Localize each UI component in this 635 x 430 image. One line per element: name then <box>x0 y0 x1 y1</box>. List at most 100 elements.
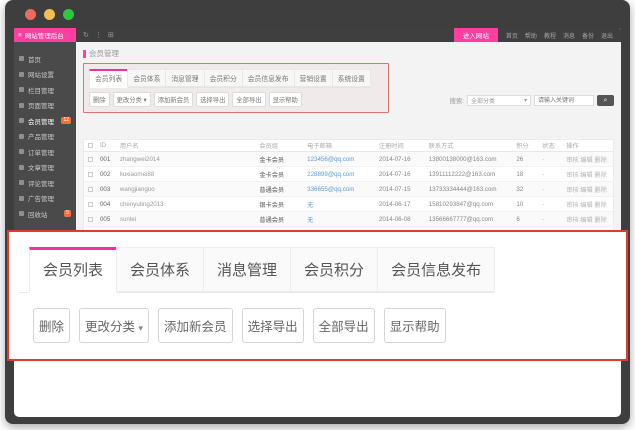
table-row: 001 zhangwei2014 金卡会员 123456@qq.com 2014… <box>84 152 613 167</box>
sidebar-item[interactable]: 评论管理 <box>14 175 76 191</box>
member-tab-zoomed[interactable]: 会员信息发布 <box>377 247 495 292</box>
cell-group: 普通会员 <box>257 185 305 194</box>
cell-email-link[interactable]: 123456@qq.com <box>305 156 377 163</box>
row-checkbox[interactable] <box>88 202 93 207</box>
cell-actions[interactable]: 审核 编辑 删除 <box>564 200 613 209</box>
topbar-nav-item[interactable]: 首页 <box>506 31 518 40</box>
sidebar-item-icon <box>19 211 24 216</box>
member-tab[interactable]: 会员信息发布 <box>242 69 295 87</box>
sidebar-item[interactable]: 栏目管理 <box>14 82 76 98</box>
topbar-nav: 首页帮助教程消息备份退出 <box>498 31 621 40</box>
topbar-nav-item[interactable]: 备份 <box>582 31 594 40</box>
search-input[interactable] <box>534 95 594 106</box>
toolbar-button[interactable]: 更改分类 ▾ <box>113 92 151 107</box>
member-tab-zoomed[interactable]: 会员积分 <box>290 247 378 292</box>
col-header-username: 用户名 <box>118 141 257 150</box>
cell-contact: 13733334444@163.com <box>427 186 515 193</box>
topbar-nav-item[interactable]: 帮助 <box>525 31 537 40</box>
topbar-nav-item[interactable]: 教程 <box>544 31 556 40</box>
highlight-box: 会员列表会员体系消息管理会员积分会员信息发布营销设置系统设置 删除 更改分类 ▾… <box>83 63 389 113</box>
cell-actions[interactable]: 审核 编辑 删除 <box>564 170 613 179</box>
cell-id: 003 <box>98 186 118 193</box>
toolbar-button-zoomed[interactable]: 显示帮助 <box>384 308 446 343</box>
toolbar-button-zoomed[interactable]: 全部导出 <box>313 308 375 343</box>
cell-contact: 13800138000@163.com <box>427 156 515 163</box>
col-header-group: 会员组 <box>257 141 305 150</box>
col-header-ops: 操作 <box>564 141 613 150</box>
toolbar-button-zoomed[interactable]: 添加新会员 <box>158 308 233 343</box>
toolbar-button[interactable]: 删除 <box>89 92 110 107</box>
row-checkbox[interactable] <box>88 217 93 222</box>
cell-date: 2014-07-15 <box>377 186 427 193</box>
col-header-id: ID <box>98 142 118 149</box>
row-checkbox[interactable] <box>88 157 93 162</box>
table-row: 004 chenyuting2013 银卡会员 无 2014-06-17 158… <box>84 197 613 212</box>
topbar-icon[interactable]: ⊞ <box>108 31 114 39</box>
cell-contact: 13566667777@qq.com <box>427 216 515 223</box>
member-tab[interactable]: 会员列表 <box>89 69 128 88</box>
zoom-button[interactable] <box>63 9 74 20</box>
member-tab-zoomed[interactable]: 消息管理 <box>203 247 291 292</box>
search-icon: ⌕ <box>604 97 608 104</box>
member-toolbar-zoomed: 删除 更改分类 ▾ 添加新会员 选择导出 全部导出 显示帮助 <box>33 308 626 343</box>
toolbar-button-zoomed[interactable]: 选择导出 <box>242 308 304 343</box>
toolbar-button[interactable]: 显示帮助 <box>269 92 302 107</box>
caret-down-icon: ▾ <box>524 97 527 104</box>
member-table: ID 用户名 会员组 电子邮箱 注册时间 联系方式 积分 状态 操作 <box>83 139 614 230</box>
cell-email-link[interactable]: 无 <box>305 200 377 209</box>
sidebar-item-icon <box>19 72 24 77</box>
topbar-nav-item[interactable]: 退出 <box>601 31 613 40</box>
sidebar-item[interactable]: 回收站 5 <box>14 206 76 222</box>
category-select-value: 全部分类 <box>471 96 495 105</box>
topbar-right: 进入网站 首页帮助教程消息备份退出 <box>454 28 621 42</box>
row-checkbox[interactable] <box>88 187 93 192</box>
toolbar-button-zoomed[interactable]: 删除 <box>33 308 70 343</box>
member-tab-zoomed[interactable]: 会员列表 <box>29 247 117 293</box>
cell-email-link[interactable]: 336655@qq.com <box>305 186 377 193</box>
sidebar-item[interactable]: 会员管理 12 <box>14 113 76 129</box>
app-logo[interactable]: ≡ 网站管理后台 <box>14 28 76 42</box>
sidebar-item[interactable]: 产品管理 <box>14 129 76 145</box>
topbar-icon[interactable]: ⋮ <box>95 31 102 39</box>
member-tab[interactable]: 系统设置 <box>332 69 371 87</box>
app-topbar: ≡ 网站管理后台 ↻ ⋮ ⊞ 进入网站 首页帮助教程消息备份退出 <box>14 28 621 42</box>
visit-site-button[interactable]: 进入网站 <box>454 28 498 42</box>
topbar-nav-item[interactable]: 消息 <box>563 31 575 40</box>
cell-status: - <box>540 171 564 178</box>
sidebar-item-label: 页面管理 <box>28 100 54 110</box>
member-tab-zoomed[interactable]: 会员体系 <box>116 247 204 292</box>
member-tab[interactable]: 营销设置 <box>294 69 333 87</box>
select-all-checkbox[interactable] <box>88 143 93 148</box>
toolbar-button[interactable]: 添加新会员 <box>154 92 193 107</box>
toolbar-button-zoomed[interactable]: 更改分类 ▾ <box>79 308 149 343</box>
sidebar-item-label: 网站设置 <box>28 69 54 79</box>
cell-actions[interactable]: 审核 编辑 删除 <box>564 155 613 164</box>
cell-points: 6 <box>514 216 540 223</box>
sidebar-item[interactable]: 网站设置 <box>14 67 76 83</box>
cell-email-link[interactable]: 无 <box>305 215 377 224</box>
cell-group: 金卡会员 <box>257 170 305 179</box>
table-row: 003 wangjianguo 普通会员 336655@qq.com 2014-… <box>84 182 613 197</box>
member-tab[interactable]: 消息管理 <box>165 69 204 87</box>
row-checkbox[interactable] <box>88 172 93 177</box>
cell-email-link[interactable]: 228899@qq.com <box>305 171 377 178</box>
member-tab[interactable]: 会员积分 <box>204 69 243 87</box>
category-select[interactable]: 全部分类 ▾ <box>467 95 531 106</box>
minimize-button[interactable] <box>44 9 55 20</box>
cell-actions[interactable]: 审核 编辑 删除 <box>564 185 613 194</box>
sidebar-item[interactable]: 首页 <box>14 51 76 67</box>
sidebar-item[interactable]: 页面管理 <box>14 98 76 114</box>
sidebar-item[interactable]: 广告管理 <box>14 191 76 207</box>
sidebar-item[interactable]: 文章管理 <box>14 160 76 176</box>
toolbar-button[interactable]: 选择导出 <box>196 92 229 107</box>
close-button[interactable] <box>25 9 36 20</box>
sidebar-item[interactable]: 订单管理 <box>14 144 76 160</box>
topbar-icon[interactable]: ↻ <box>83 31 89 39</box>
sidebar-item-icon <box>19 103 24 108</box>
member-tab[interactable]: 会员体系 <box>127 69 166 87</box>
toolbar-button[interactable]: 全部导出 <box>232 92 265 107</box>
search-button[interactable]: ⌕ <box>597 95 614 106</box>
cell-actions[interactable]: 审核 编辑 删除 <box>564 215 613 224</box>
sidebar-item-label: 会员管理 <box>28 116 54 126</box>
toolbar-button-label: 删除 <box>93 97 106 104</box>
